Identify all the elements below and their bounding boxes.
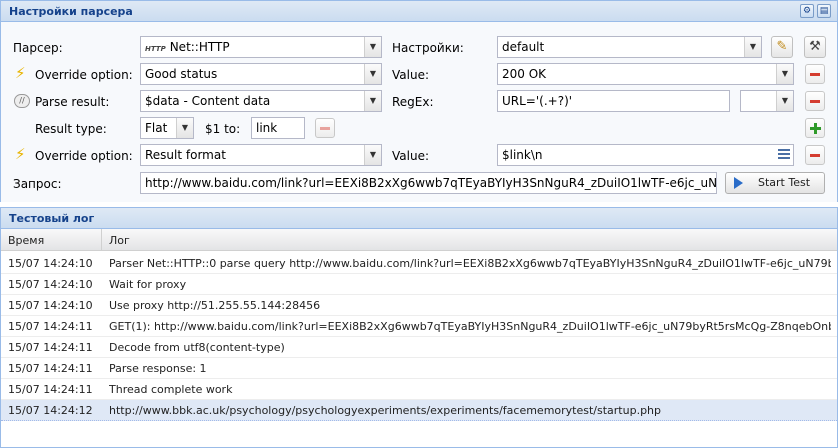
- settings-select[interactable]: default ▼: [497, 36, 762, 58]
- override-option-select[interactable]: Good status ▼: [140, 63, 382, 85]
- value-input[interactable]: $link\n: [497, 144, 794, 166]
- test-log-header: Тестовый лог: [0, 207, 838, 229]
- log-message: Use proxy http://51.255.55.144:28456: [109, 299, 321, 312]
- log-row[interactable]: 15/07 14:24:11 Decode from utf8(content-…: [1, 337, 837, 358]
- log-time: 15/07 14:24:12: [8, 404, 93, 417]
- http-icon: HTTP: [145, 45, 166, 53]
- regex-value: URL='(.+?)': [502, 94, 573, 108]
- chevron-down-icon[interactable]: ▼: [364, 91, 381, 111]
- override-option-select[interactable]: Result format ▼: [140, 144, 382, 166]
- chevron-down-icon[interactable]: ▼: [364, 145, 381, 165]
- value-label: Value:: [392, 68, 429, 82]
- override-option-value: Result format: [145, 148, 226, 162]
- settings-value: default: [502, 40, 545, 54]
- parser-value: Net::HTTP: [169, 40, 230, 54]
- lightning-icon: ⚡: [15, 64, 26, 82]
- remove-group-button[interactable]: [315, 118, 335, 138]
- log-row[interactable]: 15/07 14:24:10 Use proxy http://51.255.5…: [1, 295, 837, 316]
- log-time: 15/07 14:24:11: [8, 362, 93, 375]
- tools-icon[interactable]: ⚒: [804, 36, 826, 58]
- log-time: 15/07 14:24:10: [8, 257, 93, 270]
- log-time: 15/07 14:24:10: [8, 299, 93, 312]
- result-type-select[interactable]: Flat ▼: [140, 117, 194, 139]
- log-message: Parser Net::HTTP::0 parse query http://w…: [109, 257, 831, 270]
- column-header-time[interactable]: Время: [8, 234, 44, 247]
- edit-pencil-icon[interactable]: ✎: [771, 36, 793, 58]
- remove-option-button[interactable]: [805, 145, 825, 165]
- log-row-selected[interactable]: 15/07 14:24:12 http://www.bbk.ac.uk/psyc…: [1, 400, 837, 421]
- result-type-label: Result type:: [35, 122, 107, 136]
- log-time: 15/07 14:24:11: [8, 320, 93, 333]
- value-label: Value:: [392, 149, 429, 163]
- query-value: http://www.baidu.com/link?url=EEXi8B2xXg…: [145, 176, 717, 190]
- column-divider[interactable]: [101, 229, 102, 251]
- regex-label: RegEx:: [392, 95, 434, 109]
- log-row[interactable]: 15/07 14:24:11 Parse response: 1: [1, 358, 837, 379]
- result-type-value: Flat: [145, 121, 168, 135]
- play-icon: [734, 177, 743, 189]
- log-message: Thread complete work: [109, 383, 233, 396]
- list-icon[interactable]: [778, 149, 790, 161]
- parser-select[interactable]: HTTP Net::HTTP ▼: [140, 36, 382, 58]
- override-option-value: Good status: [145, 67, 218, 81]
- group-label: $1 to:: [205, 122, 241, 136]
- log-message: Parse response: 1: [109, 362, 207, 375]
- log-message: http://www.bbk.ac.uk/psychology/psycholo…: [109, 404, 662, 417]
- log-row[interactable]: 15/07 14:24:10 Wait for proxy: [1, 274, 837, 295]
- test-log-title: Тестовый лог: [9, 212, 95, 225]
- remove-option-button[interactable]: [805, 64, 825, 84]
- chevron-down-icon[interactable]: ▼: [176, 118, 193, 138]
- group-value: link: [256, 121, 278, 135]
- start-test-label: Start Test: [758, 176, 811, 189]
- override-option-label: Override option:: [35, 149, 133, 163]
- test-log-panel: Время Лог 15/07 14:24:10 Parser Net::HTT…: [0, 229, 838, 448]
- parse-result-icon: //: [14, 94, 30, 108]
- log-time: 15/07 14:24:10: [8, 278, 93, 291]
- settings-label: Настройки:: [392, 41, 464, 55]
- log-time: 15/07 14:24:11: [8, 341, 93, 354]
- log-message: Decode from utf8(content-type): [109, 341, 285, 354]
- chevron-down-icon[interactable]: ▼: [776, 91, 793, 111]
- group-input[interactable]: link: [251, 117, 305, 139]
- parser-settings-title: Настройки парсера: [9, 5, 133, 18]
- log-row[interactable]: 15/07 14:24:11 GET(1): http://www.baidu.…: [1, 316, 837, 337]
- save-icon[interactable]: ▤: [817, 4, 831, 18]
- log-message: Wait for proxy: [109, 278, 187, 291]
- parser-settings-panel: Парсер: HTTP Net::HTTP ▼ Настройки: defau…: [0, 22, 838, 202]
- log-time: 15/07 14:24:11: [8, 383, 93, 396]
- remove-result-button[interactable]: [805, 91, 825, 111]
- override-option-label: Override option:: [35, 68, 133, 82]
- parse-result-value: $data - Content data: [145, 94, 271, 108]
- column-header-log[interactable]: Лог: [109, 234, 130, 247]
- query-label: Запрос:: [13, 177, 62, 191]
- lightning-icon: ⚡: [15, 145, 26, 163]
- log-row[interactable]: 15/07 14:24:11 Thread complete work: [1, 379, 837, 400]
- query-input[interactable]: http://www.baidu.com/link?url=EEXi8B2xXg…: [140, 172, 717, 194]
- log-message: GET(1): http://www.baidu.com/link?url=EE…: [109, 320, 831, 333]
- regex-flags-select[interactable]: ▼: [740, 90, 794, 112]
- parser-label: Парсер:: [13, 41, 63, 55]
- settings-gear-icon[interactable]: ⚙: [800, 4, 814, 18]
- parse-result-select[interactable]: $data - Content data ▼: [140, 90, 382, 112]
- add-option-button[interactable]: [805, 118, 825, 138]
- value-value: $link\n: [502, 148, 543, 162]
- parse-result-label: Parse result:: [35, 95, 110, 109]
- regex-input[interactable]: URL='(.+?)': [497, 90, 730, 112]
- chevron-down-icon[interactable]: ▼: [744, 37, 761, 57]
- chevron-down-icon[interactable]: ▼: [364, 37, 381, 57]
- log-grid-header: Время Лог: [1, 229, 837, 251]
- chevron-down-icon[interactable]: ▼: [364, 64, 381, 84]
- start-test-button[interactable]: Start Test: [725, 172, 825, 194]
- chevron-down-icon[interactable]: ▼: [776, 64, 793, 84]
- parser-settings-header: Настройки парсера ⚙ ▤: [0, 0, 838, 22]
- value-value: 200 OK: [502, 67, 547, 81]
- value-select[interactable]: 200 OK ▼: [497, 63, 794, 85]
- log-row[interactable]: 15/07 14:24:10 Parser Net::HTTP::0 parse…: [1, 253, 837, 274]
